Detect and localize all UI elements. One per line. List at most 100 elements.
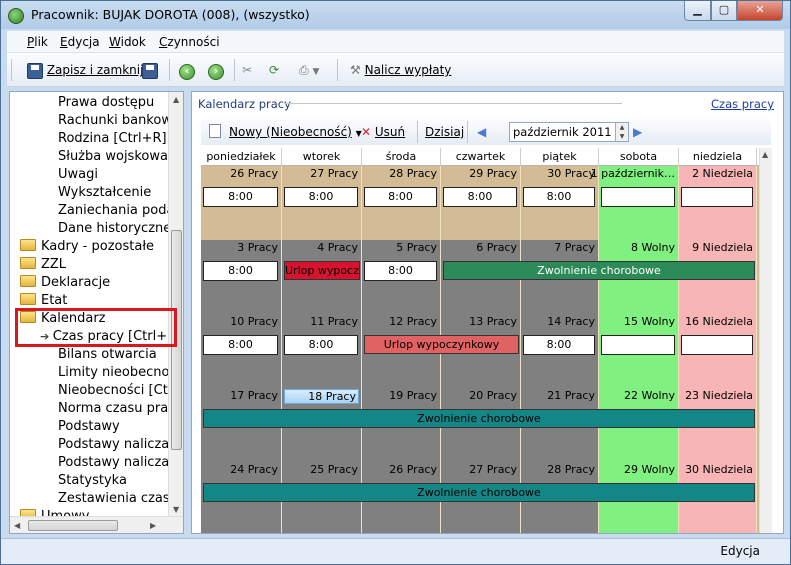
scroll-left-icon[interactable]: ◀	[14, 521, 20, 530]
hours-box[interactable]: 8:00	[203, 335, 278, 355]
calendar-day-cell[interactable]: 27 Pracy 8:00	[282, 166, 362, 240]
hours-box[interactable]: 8:00	[203, 187, 278, 207]
prev-month-button[interactable]: ◀	[477, 123, 486, 141]
hours-box[interactable]: 8:00	[364, 187, 437, 207]
absence-event[interactable]: Zwolnienie chorobowe	[203, 409, 755, 428]
calendar-scrollbar[interactable]: ▲	[759, 148, 772, 533]
tools-button[interactable]: ✂	[242, 60, 252, 80]
scroll-up-icon[interactable]: ▲	[173, 95, 179, 104]
menu-plik[interactable]: Plik	[27, 35, 48, 49]
hours-box[interactable]	[601, 335, 675, 355]
calendar-day-cell[interactable]: 11 Pracy 8:00	[282, 314, 362, 388]
menu-bar: Plik Edycja Widok Czynności	[7, 31, 784, 53]
scroll-down-icon[interactable]: ▼	[173, 505, 179, 514]
title-bar: Pracownik: BUJAK DOROTA (008), (wszystko…	[1, 1, 790, 29]
hours-box[interactable]: 8:00	[364, 261, 437, 281]
hours-box[interactable]: 8:00	[284, 335, 358, 355]
tree-item[interactable]: Podstawy	[58, 418, 120, 436]
scroll-right-icon[interactable]: ▶	[150, 521, 156, 530]
month-picker[interactable]: październik 2011 ▲ ▼	[509, 122, 629, 142]
tree-item[interactable]: Bilans otwarcia	[58, 346, 157, 364]
tree-item[interactable]: Rachunki bankowe	[58, 112, 180, 130]
next-month-button[interactable]: ▶	[633, 123, 642, 141]
tree-item[interactable]: Statystyka	[58, 472, 127, 490]
back-button[interactable]: ‹	[179, 60, 195, 80]
minimize-button[interactable]: ▁	[684, 1, 711, 21]
absence-event[interactable]: Zwolnienie chorobowe	[443, 261, 755, 280]
calendar-day-cell[interactable]: 28 Pracy 8:00	[362, 166, 441, 240]
absence-event[interactable]: Urlop wypoczynkowy	[364, 335, 519, 354]
tree-folder[interactable]: Kadry - pozostałe	[20, 238, 154, 256]
tree-item[interactable]: Służba wojskowa	[58, 148, 168, 166]
calendar-toolbar: Nowy (Nieobecność) ▼ ✕ Usuń Dzisiaj ◀ pa…	[201, 119, 771, 145]
refresh-button[interactable]: ⟳	[269, 60, 279, 80]
folder-icon	[20, 275, 36, 287]
forward-button[interactable]: ›	[208, 60, 224, 80]
tree-item[interactable]: Nieobecności [Ctrl	[58, 382, 177, 400]
calendar-day-cell[interactable]: 2 Niedziela	[679, 166, 757, 240]
tree-item[interactable]: Zaniechania poda	[58, 202, 174, 220]
print-button[interactable]: ⎙ ▼	[299, 60, 319, 80]
czas-pracy-link[interactable]: Czas pracy	[711, 97, 774, 111]
scroll-thumb[interactable]	[28, 520, 118, 531]
calendar-day-cell[interactable]: 16 Niedziela	[679, 314, 757, 388]
tree-item[interactable]: Uwagi	[58, 166, 98, 184]
maximize-button[interactable]: ▢	[711, 1, 737, 21]
day-label: 29 Wolny	[624, 463, 675, 476]
splitter[interactable]	[187, 91, 190, 534]
hours-box[interactable]	[681, 187, 753, 207]
tree-item[interactable]: Podstawy naliczan	[58, 436, 177, 454]
day-label: 22 Wolny	[624, 389, 675, 402]
save-icon	[27, 62, 43, 79]
tree-folder[interactable]: Deklaracje	[20, 274, 110, 292]
absence-event[interactable]: Urlop wypoczy	[284, 261, 360, 280]
close-button[interactable]: ✕	[737, 1, 783, 21]
month-spinner[interactable]: ▲ ▼	[615, 123, 628, 141]
calendar-day-cell[interactable]: 14 Pracy 8:00	[521, 314, 599, 388]
day-label: 13 Pracy	[469, 315, 517, 328]
calendar-day-cell[interactable]: 26 Pracy 8:00	[201, 166, 282, 240]
menu-edycja[interactable]: Edycja	[60, 35, 100, 49]
day-label: 26 Pracy	[230, 167, 278, 180]
menu-widok[interactable]: Widok	[109, 35, 146, 49]
calendar-day-cell[interactable]: 10 Pracy 8:00	[201, 314, 282, 388]
calendar-day-cell[interactable]: 1 październik…	[591, 166, 679, 240]
calendar-day-cell[interactable]: 29 Pracy 8:00	[441, 166, 521, 240]
calendar-day-cell[interactable]: 15 Wolny	[599, 314, 679, 388]
app-icon	[8, 8, 24, 24]
tree-item[interactable]: Limity nieobecności	[58, 364, 183, 382]
tree-item[interactable]: Rodzina [Ctrl+R]	[58, 130, 167, 148]
tree-item[interactable]: Wykształcenie	[58, 184, 151, 202]
hours-box[interactable]: 8:00	[523, 187, 595, 207]
tree-horizontal-scrollbar[interactable]: ◀ ▶	[10, 516, 183, 533]
hours-box[interactable]: 8:00	[443, 187, 517, 207]
save-close-button[interactable]: Zapisz i zamknij	[27, 60, 143, 80]
calendar-day-cell[interactable]: 3 Pracy 8:00	[201, 240, 282, 314]
tree-folder[interactable]: ZZL	[20, 256, 66, 274]
hours-box[interactable]: 8:00	[523, 335, 595, 355]
hours-box[interactable]	[681, 335, 753, 355]
new-absence-button[interactable]: Nowy (Nieobecność) ▼	[209, 123, 362, 141]
calendar-grid: poniedziałek wtorek środa czwartek piątek sob…	[201, 148, 772, 533]
nalicz-button[interactable]: ⚒ Nalicz wypłaty	[350, 60, 451, 80]
tree-item[interactable]: Podstawy naliczan	[58, 454, 177, 472]
tree-item[interactable]: Norma czasu prac	[58, 400, 175, 418]
menu-czynnosci[interactable]: Czynności	[159, 35, 220, 49]
today-button[interactable]: Dzisiaj	[425, 123, 464, 141]
delete-button[interactable]: ✕ Usuń	[361, 123, 405, 141]
save-button[interactable]	[142, 60, 158, 80]
tree-vertical-scrollbar[interactable]: ▲ ▼	[168, 92, 183, 517]
hours-box[interactable]: 8:00	[203, 261, 278, 281]
scroll-up-icon[interactable]: ▲	[762, 150, 768, 159]
tree-item[interactable]: Prawa dostępu	[58, 94, 154, 112]
calendar-day-cell[interactable]: 5 Pracy 8:00	[362, 240, 441, 314]
tree-item[interactable]: Dane historyczne	[58, 220, 171, 238]
refresh-icon: ⟳	[269, 63, 280, 77]
hours-box[interactable]: 8:00	[284, 187, 358, 207]
calendar-day-cell[interactable]: 30 Pracy 8:00	[521, 166, 599, 240]
day-label: 5 Pracy	[396, 241, 437, 254]
absence-event[interactable]: Zwolnienie chorobowe	[203, 483, 755, 502]
tree-item[interactable]: Zestawienia czasu	[58, 490, 178, 508]
hours-box[interactable]	[601, 187, 675, 207]
delete-icon: ✕	[361, 125, 372, 139]
